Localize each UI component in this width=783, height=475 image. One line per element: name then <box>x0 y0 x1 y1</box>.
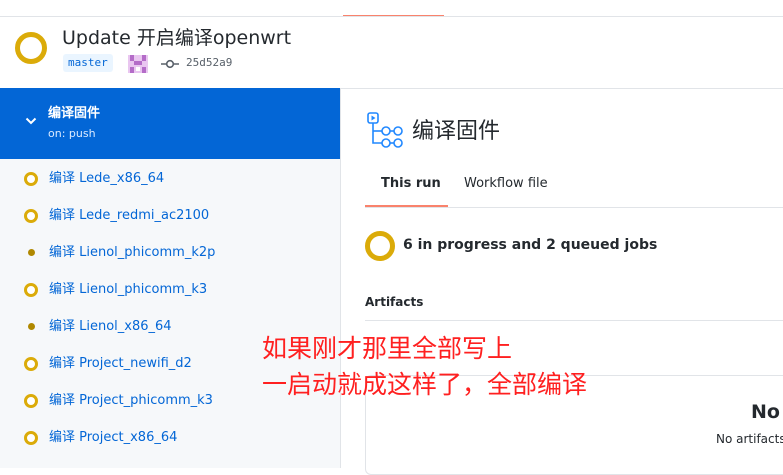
tab-workflow-file[interactable]: Workflow file <box>464 175 548 193</box>
top-divider <box>0 16 783 17</box>
run-title: Update 开启编译openwrt <box>62 27 292 49</box>
artifacts-divider <box>365 320 783 321</box>
job-item[interactable]: 编译 Lienol_phicomm_k3 <box>0 272 340 309</box>
job-label[interactable]: 编译 Lienol_phicomm_k2p <box>49 244 215 262</box>
job-label[interactable]: 编译 Lienol_phicomm_k3 <box>49 281 207 299</box>
job-label[interactable]: 编译 Project_newifi_d2 <box>49 355 192 373</box>
status-in-progress-icon <box>24 431 38 445</box>
job-item[interactable]: 编译 Lede_redmi_ac2100 <box>0 198 340 235</box>
workflow-icon <box>366 111 404 151</box>
job-item[interactable]: 编译 Lede_x86_64 <box>0 161 340 198</box>
job-label[interactable]: 编译 Project_x86_64 <box>49 429 177 447</box>
workflow-name: 编译固件 <box>48 106 101 121</box>
tab-this-run[interactable]: This run <box>381 175 441 193</box>
sidebar-workflow-item[interactable] <box>0 88 340 159</box>
status-in-progress-icon <box>24 283 38 297</box>
jobs-summary: 6 in progress and 2 queued jobs <box>403 237 658 253</box>
summary-in-progress-icon <box>365 231 395 261</box>
branch-badge[interactable]: master <box>63 54 113 72</box>
annotation-line-1: 如果刚才那里全部写上 <box>262 334 513 363</box>
status-in-progress-icon <box>24 394 38 408</box>
job-label[interactable]: 编译 Lienol_x86_64 <box>49 318 172 336</box>
git-commit-icon <box>161 56 179 70</box>
annotation-line-2: 一启动就成这样了，全部编译 <box>262 370 588 399</box>
status-in-progress-icon <box>24 357 38 371</box>
sidebar-divider <box>340 88 341 468</box>
status-in-progress-icon <box>24 209 38 223</box>
workflow-title: 编译固件 <box>412 119 501 144</box>
workflow-trigger: on: push <box>48 127 96 140</box>
artifacts-empty-title: No <box>751 401 780 423</box>
commit-sha[interactable]: 25d52a9 <box>186 55 232 71</box>
job-item[interactable]: 编译 Lienol_phicomm_k2p <box>0 235 340 272</box>
queued-dot-icon <box>28 249 35 256</box>
job-label[interactable]: 编译 Lede_redmi_ac2100 <box>49 207 209 225</box>
avatar[interactable] <box>126 53 150 75</box>
tabs-divider <box>365 207 783 208</box>
chevron-down-icon[interactable] <box>25 111 37 125</box>
job-label[interactable]: 编译 Lede_x86_64 <box>49 170 164 188</box>
job-item[interactable]: 编译 Project_x86_64 <box>0 420 340 457</box>
queued-dot-icon <box>28 323 35 330</box>
job-label[interactable]: 编译 Project_phicomm_k3 <box>49 392 213 410</box>
artifacts-heading: Artifacts <box>365 295 424 309</box>
run-status-in-progress-icon <box>15 32 47 64</box>
status-in-progress-icon <box>24 172 38 186</box>
artifacts-empty-subtitle: No artifacts <box>716 432 783 446</box>
